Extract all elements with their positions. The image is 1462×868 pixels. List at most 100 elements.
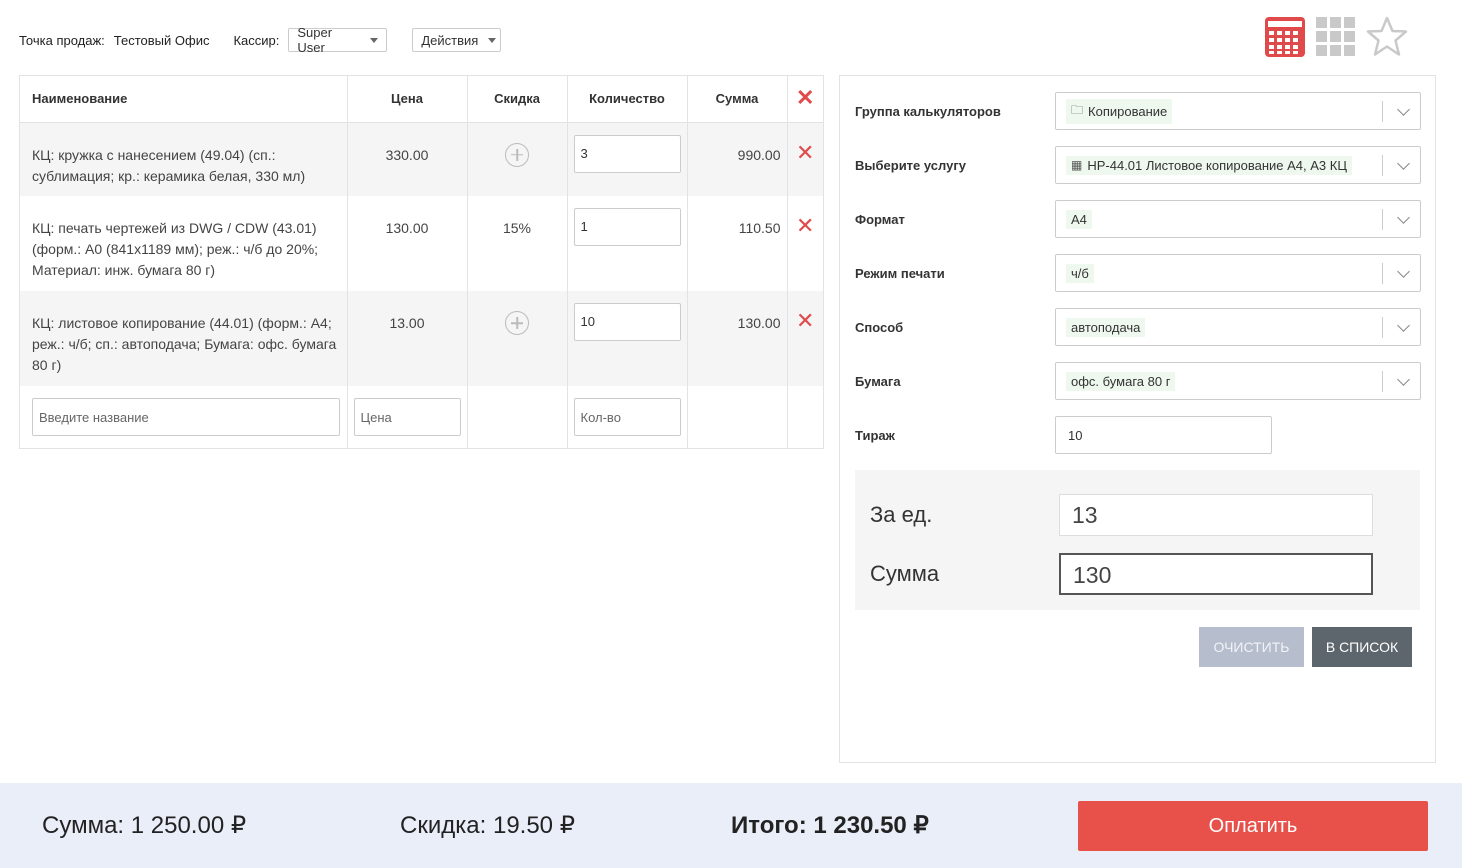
table-header: Наименование Цена Скидка Количество Сумм… <box>20 76 823 123</box>
tirazh-input[interactable]: 10 <box>1055 416 1272 454</box>
paper-value: офс. бумага 80 г <box>1066 371 1176 391</box>
paper-row: Бумага офс. бумага 80 г <box>855 362 1421 400</box>
pos-value: Тестовый Офис <box>113 32 210 48</box>
qty-input[interactable]: 1 <box>573 208 681 246</box>
calc-group-row: Группа калькуляторов 🗀 Копирование <box>855 92 1421 130</box>
footer-total-label: Итого: <box>731 812 807 839</box>
chevron-down-icon <box>1397 373 1410 386</box>
per-unit-label: За ед. <box>870 502 933 527</box>
service-select[interactable]: ▦ НР-44.01 Листовое копирование А4, А3 КЦ <box>1055 146 1421 184</box>
delete-row-button[interactable]: ✕ <box>787 196 823 291</box>
service-label: Выберите услугу <box>855 157 966 173</box>
calculator-icon <box>1265 17 1305 57</box>
method-select[interactable]: автоподача <box>1055 308 1421 346</box>
col-price-header: Цена <box>347 76 468 123</box>
per-unit-input[interactable]: 13 <box>1059 494 1373 536</box>
footer-discount-value: 19.50 ₽ <box>492 812 575 839</box>
table-row: КЦ: листовое копирование (44.01) (форм.:… <box>20 291 823 386</box>
format-select[interactable]: А4 <box>1055 200 1421 238</box>
favorites-view-button[interactable] <box>1366 16 1408 58</box>
tirazh-row: Тираж 10 <box>855 416 1272 454</box>
chevron-down-icon <box>1397 211 1410 224</box>
close-icon: ✕ <box>796 213 815 238</box>
col-sum-header: Сумма <box>687 76 788 123</box>
col-qty-header: Количество <box>567 76 688 123</box>
item-qty-cell: 10 <box>567 291 688 386</box>
cashier-dropdown[interactable]: Super User <box>288 25 388 55</box>
clear-button[interactable]: Очистить <box>1199 627 1304 667</box>
new-item-qty-input[interactable] <box>573 398 681 436</box>
cart-table: Наименование Цена Скидка Количество Сумм… <box>19 75 824 449</box>
tirazh-label: Тираж <box>855 427 895 443</box>
footer-total-value: 1 230.50 ₽ <box>813 812 929 839</box>
calc-sum-label: Сумма <box>870 561 940 586</box>
item-discount <box>467 291 568 386</box>
calc-sum-input[interactable]: 130 <box>1059 553 1373 595</box>
new-item-row <box>20 386 823 448</box>
chevron-down-icon <box>1397 265 1410 278</box>
new-item-name-input[interactable] <box>32 398 340 436</box>
close-icon: ✕ <box>796 84 815 110</box>
service-row: Выберите услугу ▦ НР-44.01 Листовое копир… <box>855 146 1421 184</box>
calc-group-value: Копирование <box>1088 103 1168 119</box>
table-row: КЦ: кружка с нанесением (49.04) (сп.: су… <box>20 122 823 196</box>
item-sum: 990.00 <box>687 122 788 196</box>
format-row: Формат А4 <box>855 200 1421 238</box>
add-discount-icon[interactable] <box>505 311 529 335</box>
pos-label: Точка продаж: <box>19 32 105 48</box>
caret-down-icon <box>370 37 379 43</box>
paper-select[interactable]: офс. бумага 80 г <box>1055 362 1421 400</box>
calc-group-select[interactable]: 🗀 Копирование <box>1055 92 1421 130</box>
close-icon: ✕ <box>796 139 815 165</box>
footer-sum-label: Сумма: <box>42 812 125 839</box>
add-discount-icon[interactable] <box>505 142 529 167</box>
calculator-view-button[interactable] <box>1264 16 1306 58</box>
calc-result-box: За ед. 13 Сумма 130 <box>855 470 1420 610</box>
pay-button[interactable]: Оплатить <box>1078 801 1428 851</box>
item-qty-cell: 3 <box>567 122 688 196</box>
actions-label: Действия <box>421 32 479 48</box>
actions-dropdown[interactable]: Действия <box>412 28 502 52</box>
col-discount-header: Скидка <box>467 76 568 123</box>
item-discount <box>467 122 568 196</box>
method-label: Способ <box>855 319 904 335</box>
item-qty-cell: 1 <box>567 196 688 291</box>
print-mode-row: Режим печати ч/б <box>855 254 1421 292</box>
delete-row-button[interactable]: ✕ <box>787 291 823 386</box>
add-to-list-button[interactable]: В список <box>1312 627 1412 667</box>
folder-icon: 🗀 <box>1071 102 1084 117</box>
footer-discount: Скидка: 19.50 ₽ <box>400 811 575 840</box>
item-price: 130.00 <box>347 196 468 291</box>
clear-all-button[interactable]: ✕ <box>787 76 823 123</box>
col-name-header: Наименование <box>20 76 348 123</box>
format-label: Формат <box>855 211 905 227</box>
item-price: 13.00 <box>347 291 468 386</box>
paper-label: Бумага <box>855 373 901 389</box>
grid-view-button[interactable] <box>1315 16 1357 58</box>
view-switcher <box>1264 16 1417 58</box>
close-icon: ✕ <box>796 308 815 333</box>
qty-input[interactable]: 10 <box>573 303 681 341</box>
format-value: А4 <box>1066 209 1092 229</box>
item-price: 330.00 <box>347 122 468 196</box>
footer-discount-label: Скидка: <box>400 812 487 839</box>
qty-input[interactable]: 3 <box>573 134 681 173</box>
method-row: Способ автоподача <box>855 308 1421 346</box>
caret-down-icon <box>488 37 497 43</box>
footer-totals: Сумма: 1 250.00 ₽ Скидка: 19.50 ₽ Итого:… <box>0 783 1462 868</box>
print-mode-select[interactable]: ч/б <box>1055 254 1421 292</box>
footer-sum: Сумма: 1 250.00 ₽ <box>42 811 246 840</box>
calculator-icon: ▦ <box>1071 158 1083 172</box>
cashier-value: Super User <box>297 25 333 55</box>
item-name: КЦ: печать чертежей из DWG / CDW (43.01)… <box>20 196 348 291</box>
item-discount[interactable]: 15% <box>467 196 568 291</box>
item-sum: 130.00 <box>687 291 788 386</box>
star-icon <box>1366 16 1408 56</box>
delete-row-button[interactable]: ✕ <box>787 122 823 196</box>
item-name: КЦ: кружка с нанесением (49.04) (сп.: су… <box>20 122 348 196</box>
new-item-price-input[interactable] <box>353 398 461 436</box>
method-value: автоподача <box>1066 317 1146 337</box>
chevron-down-icon <box>1397 319 1410 332</box>
calc-group-label: Группа калькуляторов <box>855 103 1001 119</box>
print-mode-label: Режим печати <box>855 265 945 281</box>
